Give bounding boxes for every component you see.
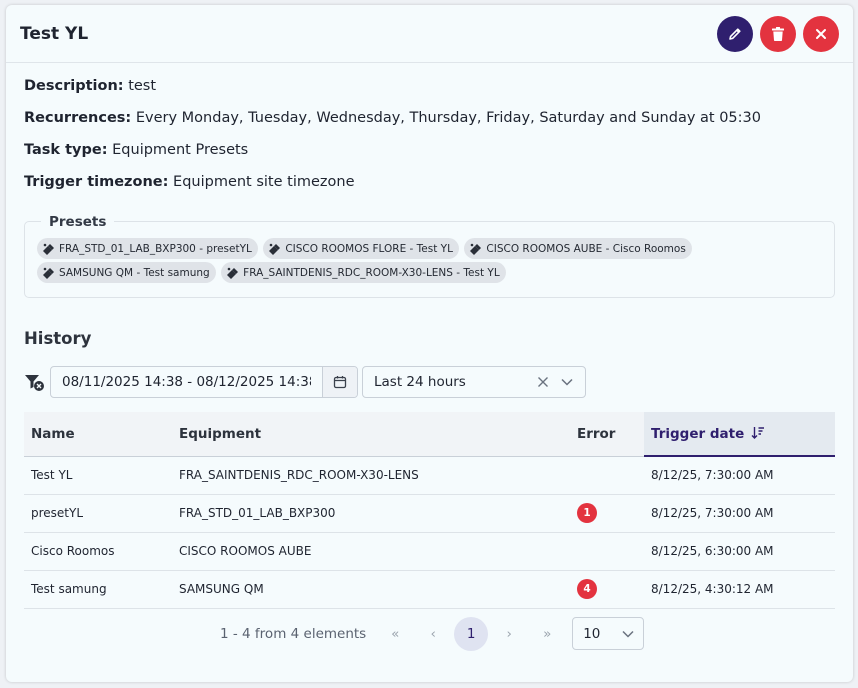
- timezone-row: Trigger timezone: Equipment site timezon…: [24, 173, 835, 205]
- error-count-badge[interactable]: 1: [577, 503, 597, 523]
- preset-icon: [469, 242, 482, 255]
- task-type-label: Task type:: [24, 142, 108, 158]
- error-count-badge[interactable]: 4: [577, 579, 597, 599]
- close-icon: [816, 28, 826, 39]
- cell-error: 1: [570, 494, 644, 533]
- period-value: Last 24 hours: [374, 374, 466, 390]
- page-button-current[interactable]: 1: [454, 616, 489, 651]
- recurrences-row: Recurrences: Every Monday, Tuesday, Wedn…: [24, 109, 835, 141]
- cell-trigger-date: 8/12/25, 6:30:00 AM: [644, 532, 835, 571]
- page-title: Test YL: [20, 23, 89, 44]
- preset-chip: FRA_STD_01_LAB_BXP300 - presetYL: [37, 238, 258, 259]
- pencil-icon: [729, 27, 741, 40]
- table-row[interactable]: Test YL FRA_SAINTDENIS_RDC_ROOM-X30-LENS…: [24, 456, 835, 495]
- cell-trigger-date: 8/12/25, 4:30:12 AM: [644, 570, 835, 609]
- timezone-label: Trigger timezone:: [24, 174, 169, 190]
- presets-legend: Presets: [41, 214, 115, 230]
- chevron-down-icon: [622, 630, 634, 638]
- last-page-button[interactable]: »: [528, 617, 566, 650]
- cell-error: [570, 532, 644, 571]
- history-filters: Last 24 hours: [24, 366, 586, 398]
- clear-icon[interactable]: [531, 376, 555, 388]
- presets-fieldset: Presets FRA_STD_01_LAB_BXP300 - presetYL…: [24, 214, 835, 298]
- card-header: Test YL: [6, 5, 853, 63]
- cell-error: 4: [570, 570, 644, 609]
- preset-chip: CISCO ROOMOS AUBE - Cisco Roomos: [464, 238, 692, 259]
- description-row: Description: test: [24, 77, 835, 109]
- cell-name: presetYL: [24, 494, 172, 533]
- history-table: Name Equipment Error Trigger date Test Y…: [24, 412, 835, 609]
- task-type-value: Equipment Presets: [112, 142, 249, 158]
- cell-equipment: FRA_STD_01_LAB_BXP300: [172, 494, 570, 533]
- filter-clear-icon[interactable]: [24, 371, 46, 393]
- preset-chip-label: SAMSUNG QM - Test samung: [59, 266, 210, 279]
- preset-chip-label: FRA_STD_01_LAB_BXP300 - presetYL: [59, 242, 252, 255]
- column-header-equipment[interactable]: Equipment: [172, 412, 570, 457]
- pagination-info: 1 - 4 from 4 elements: [220, 625, 367, 642]
- preset-chip-label: CISCO ROOMOS FLORE - Test YL: [285, 242, 453, 255]
- edit-button[interactable]: [717, 15, 753, 52]
- preset-icon: [42, 242, 55, 255]
- cell-error: [570, 456, 644, 495]
- calendar-icon: [333, 376, 347, 389]
- timezone-value: Equipment site timezone: [173, 174, 355, 190]
- preset-chip-list: FRA_STD_01_LAB_BXP300 - presetYL CISCO R…: [37, 238, 827, 286]
- task-details: Description: test Recurrences: Every Mon…: [6, 63, 853, 205]
- cell-name: Test samung: [24, 570, 172, 609]
- trigger-date-label: Trigger date: [651, 425, 745, 442]
- close-button[interactable]: [803, 15, 839, 52]
- sort-descending-icon: [751, 426, 764, 439]
- table-row[interactable]: Test samung SAMSUNG QM 4 8/12/25, 4:30:1…: [24, 570, 835, 609]
- next-page-button[interactable]: ›: [490, 617, 528, 650]
- date-range-input[interactable]: [51, 367, 322, 397]
- column-header-error[interactable]: Error: [570, 412, 644, 457]
- table-header-row: Name Equipment Error Trigger date: [24, 412, 835, 457]
- page-size-select[interactable]: 10: [572, 617, 645, 650]
- table-row[interactable]: presetYL FRA_STD_01_LAB_BXP300 1 8/12/25…: [24, 494, 835, 533]
- description-value: test: [128, 78, 157, 94]
- cell-equipment: SAMSUNG QM: [172, 570, 570, 609]
- delete-button[interactable]: [760, 15, 796, 52]
- preset-chip: FRA_SAINTDENIS_RDC_ROOM-X30-LENS - Test …: [221, 262, 506, 283]
- period-select[interactable]: Last 24 hours: [362, 366, 586, 398]
- pagination: 1 - 4 from 4 elements « ‹ 1 › » 10: [220, 616, 645, 651]
- cell-equipment: CISCO ROOMOS AUBE: [172, 532, 570, 571]
- chevron-down-icon[interactable]: [555, 375, 579, 389]
- calendar-button[interactable]: [322, 367, 357, 397]
- preset-chip: CISCO ROOMOS FLORE - Test YL: [263, 238, 459, 259]
- date-range-field: [50, 366, 358, 398]
- preset-chip-label: FRA_SAINTDENIS_RDC_ROOM-X30-LENS - Test …: [243, 266, 500, 279]
- cell-equipment: FRA_SAINTDENIS_RDC_ROOM-X30-LENS: [172, 456, 570, 495]
- preset-chip-label: CISCO ROOMOS AUBE - Cisco Roomos: [486, 242, 686, 255]
- trash-icon: [772, 26, 784, 41]
- recurrences-value: Every Monday, Tuesday, Wednesday, Thursd…: [135, 110, 761, 126]
- preset-icon: [268, 242, 281, 255]
- task-detail-card: Test YL Description: test Recurrences: E…: [6, 5, 853, 682]
- cell-trigger-date: 8/12/25, 7:30:00 AM: [644, 494, 835, 533]
- header-actions: [717, 15, 839, 52]
- history-title: History: [24, 329, 92, 348]
- cell-trigger-date: 8/12/25, 7:30:00 AM: [644, 456, 835, 495]
- first-page-button[interactable]: «: [376, 617, 414, 650]
- prev-page-button[interactable]: ‹: [414, 617, 452, 650]
- cell-name: Cisco Roomos: [24, 532, 172, 571]
- preset-icon: [42, 266, 55, 279]
- task-type-row: Task type: Equipment Presets: [24, 141, 835, 173]
- column-header-name[interactable]: Name: [24, 412, 172, 457]
- page-size-value: 10: [583, 625, 601, 642]
- recurrences-label: Recurrences:: [24, 110, 132, 126]
- preset-chip: SAMSUNG QM - Test samung: [37, 262, 216, 283]
- preset-icon: [226, 266, 239, 279]
- table-row[interactable]: Cisco Roomos CISCO ROOMOS AUBE 8/12/25, …: [24, 532, 835, 571]
- column-header-trigger-date[interactable]: Trigger date: [644, 412, 835, 457]
- cell-name: Test YL: [24, 456, 172, 495]
- description-label: Description:: [24, 78, 124, 94]
